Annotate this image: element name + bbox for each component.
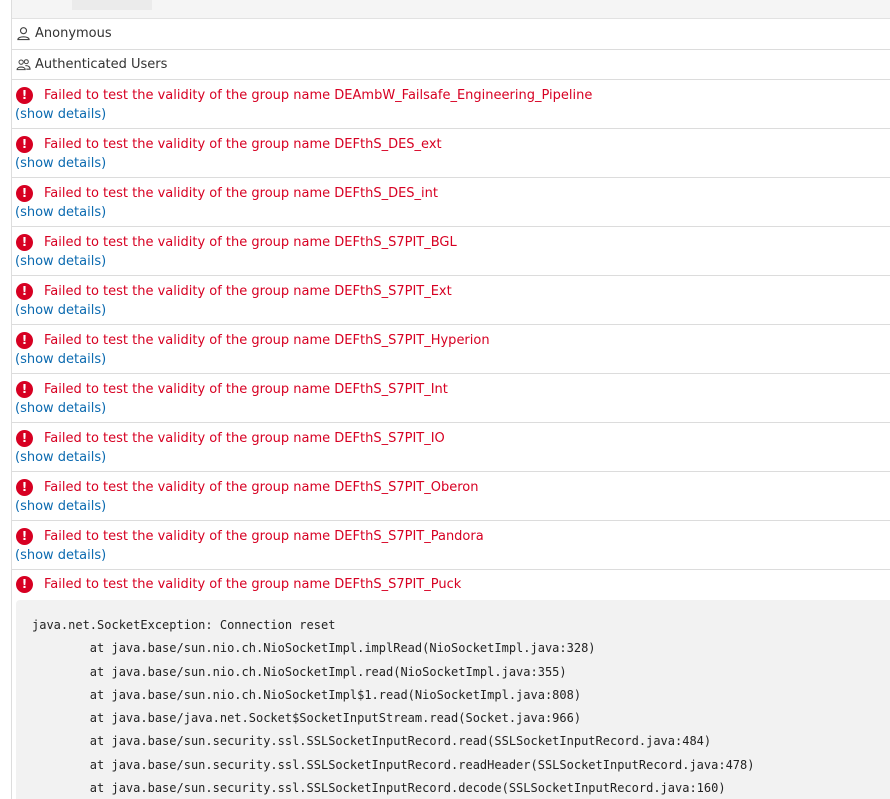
show-details-link[interactable]: (show details) xyxy=(15,205,890,220)
error-message: Failed to test the validity of the group… xyxy=(44,88,593,103)
exclamation-circle-icon: ! xyxy=(16,136,33,153)
exclamation-circle-icon: ! xyxy=(16,87,33,104)
show-details-link[interactable]: (show details) xyxy=(15,499,890,514)
principal-row-authenticated-users: Authenticated Users xyxy=(12,50,890,80)
principal-label: Authenticated Users xyxy=(35,56,168,72)
exclamation-circle-icon: ! xyxy=(16,332,33,349)
show-details-link[interactable]: (show details) xyxy=(15,548,890,563)
exclamation-circle-icon: ! xyxy=(16,381,33,398)
error-row: ! Failed to test the validity of the grou… xyxy=(12,423,890,472)
error-message: Failed to test the validity of the group… xyxy=(44,137,442,152)
exclamation-circle-icon: ! xyxy=(16,528,33,545)
error-row: ! Failed to test the validity of the grou… xyxy=(12,129,890,178)
error-message: Failed to test the validity of the group… xyxy=(44,431,445,446)
exclamation-circle-icon: ! xyxy=(16,430,33,447)
users-icon xyxy=(16,58,31,70)
principal-row-anonymous: Anonymous xyxy=(12,19,890,50)
exclamation-circle-icon: ! xyxy=(16,479,33,496)
stack-trace-line: at java.base/java.net.Socket$SocketInput… xyxy=(32,711,582,726)
error-message: Failed to test the validity of the group… xyxy=(44,333,490,348)
stack-trace-line: at java.base/sun.security.ssl.SSLSocketI… xyxy=(32,781,726,796)
exclamation-circle-icon: ! xyxy=(16,283,33,300)
error-message: Failed to test the validity of the group… xyxy=(44,382,448,397)
error-row: ! Failed to test the validity of the grou… xyxy=(12,521,890,570)
show-details-link[interactable]: (show details) xyxy=(15,450,890,465)
exclamation-circle-icon: ! xyxy=(16,234,33,251)
error-row: ! Failed to test the validity of the grou… xyxy=(12,80,890,129)
table-header-strip xyxy=(12,0,890,19)
stack-trace-line: at java.base/sun.nio.ch.NioSocketImpl.re… xyxy=(32,664,567,679)
stack-trace-line: at java.base/sun.nio.ch.NioSocketImpl$1.… xyxy=(32,687,582,702)
show-details-link[interactable]: (show details) xyxy=(15,156,890,171)
show-details-link[interactable]: (show details) xyxy=(15,254,890,269)
error-row-expanded: ! Failed to test the validity of the gro… xyxy=(12,570,890,799)
show-details-link[interactable]: (show details) xyxy=(15,303,890,318)
error-row: ! Failed to test the validity of the grou… xyxy=(12,374,890,423)
principal-label: Anonymous xyxy=(35,26,112,42)
stack-trace-line: at java.base/sun.nio.ch.NioSocketImpl.im… xyxy=(32,641,596,656)
stack-trace-line: at java.base/sun.security.ssl.SSLSocketI… xyxy=(32,757,755,772)
error-message: Failed to test the validity of the group… xyxy=(44,577,462,592)
error-message: Failed to test the validity of the group… xyxy=(44,284,452,299)
show-details-link[interactable]: (show details) xyxy=(15,107,890,122)
error-message: Failed to test the validity of the group… xyxy=(44,529,484,544)
error-message: Failed to test the validity of the group… xyxy=(44,480,479,495)
stack-trace-line: java.net.SocketException: Connection res… xyxy=(32,618,336,632)
show-details-link[interactable]: (show details) xyxy=(15,401,890,416)
stack-trace-line: at java.base/sun.security.ssl.SSLSocketI… xyxy=(32,734,712,749)
exclamation-circle-icon: ! xyxy=(16,185,33,202)
error-row: ! Failed to test the validity of the grou… xyxy=(12,325,890,374)
error-row: ! Failed to test the validity of the grou… xyxy=(12,227,890,276)
show-details-link[interactable]: (show details) xyxy=(15,352,890,367)
exclamation-circle-icon: ! xyxy=(16,576,33,593)
error-row: ! Failed to test the validity of the grou… xyxy=(12,472,890,521)
user-icon xyxy=(17,27,30,41)
error-message: Failed to test the validity of the group… xyxy=(44,186,439,201)
principal-list: Anonymous Authenticated Users ! Failed to… xyxy=(12,19,890,799)
error-row: ! Failed to test the validity of the grou… xyxy=(12,276,890,325)
stack-trace[interactable]: java.net.SocketException: Connection res… xyxy=(16,600,890,799)
error-row: ! Failed to test the validity of the grou… xyxy=(12,178,890,227)
error-message: Failed to test the validity of the group… xyxy=(44,235,457,250)
permissions-panel: Anonymous Authenticated Users ! Failed to… xyxy=(0,0,890,799)
